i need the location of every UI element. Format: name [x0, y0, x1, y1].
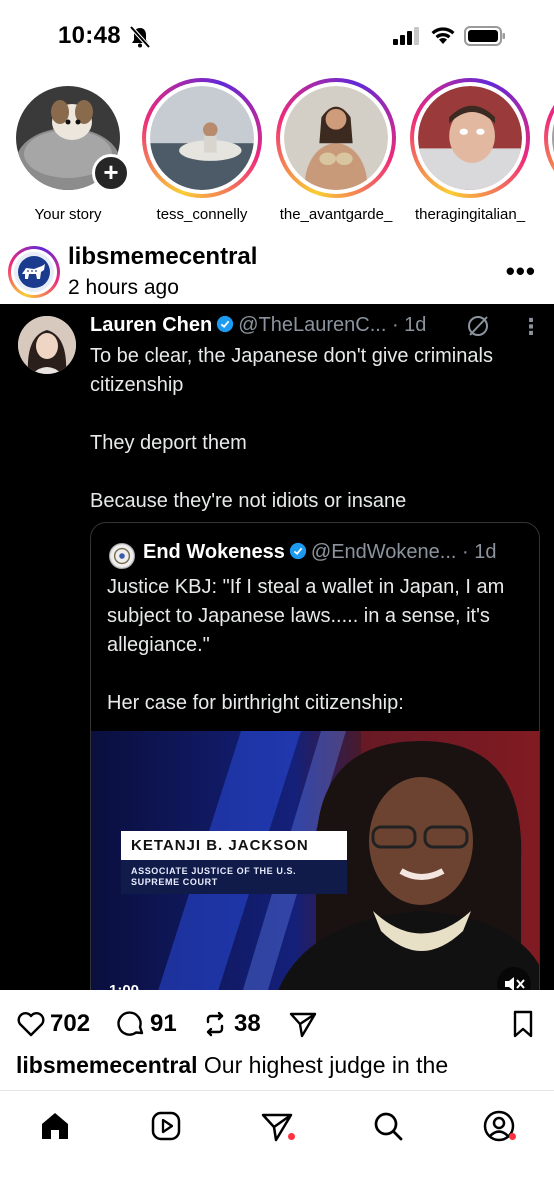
post-avatar[interactable] [8, 246, 60, 298]
repost-count: 38 [234, 1010, 261, 1037]
repost-button[interactable]: 38 [200, 1008, 261, 1040]
heart-icon [17, 1012, 45, 1037]
story-tess-connelly[interactable]: tess_connelly [142, 78, 262, 223]
tweet-line: They deport them [90, 432, 247, 454]
profile-notification-dot [509, 1133, 516, 1140]
grok-icon [468, 316, 488, 336]
quoted-tweet-body: Justice KBJ: "If I steal a wallet in Jap… [107, 573, 527, 718]
home-icon[interactable] [38, 1109, 72, 1143]
story-ring [544, 78, 554, 198]
share-button[interactable] [288, 1008, 322, 1040]
story-your-story[interactable]: + Your story [8, 78, 130, 223]
donkey-logo-icon [14, 252, 54, 292]
story-label: theragingitalian_ [414, 206, 526, 223]
tweet-more-icon: ⋮ [520, 314, 542, 339]
search-icon[interactable] [371, 1109, 405, 1143]
tweet-line: To be clear, the Japanese don't give cri… [90, 345, 493, 396]
story-avatar-image [284, 86, 388, 190]
battery-icon [464, 26, 505, 46]
verified-badge-icon [217, 315, 234, 333]
like-count: 702 [50, 1010, 91, 1037]
story-label: Your story [34, 206, 102, 223]
like-button[interactable]: 702 [16, 1008, 90, 1040]
story-label: tess_connelly [156, 206, 248, 223]
post-caption: libsmemecentral Our highest judge in the [16, 1052, 536, 1092]
quoted-author-name: End Wokeness [143, 541, 285, 563]
status-time: 10:48 [58, 22, 121, 49]
bottom-navigation [0, 1090, 554, 1200]
tweet-author-avatar [18, 316, 76, 374]
video-thumbnail: KETANJI B. JACKSON ASSOCIATE JUSTICE OF … [91, 731, 539, 990]
quoted-author-avatar [109, 543, 135, 569]
wifi-icon [431, 27, 455, 44]
quoted-tweet-header: End Wokeness @EndWokene... · 1d [143, 541, 497, 564]
post-media[interactable]: Lauren Chen @TheLaurenC... · 1d ⋮ To be c… [0, 304, 554, 990]
story-ring [276, 78, 396, 198]
tweet-header: Lauren Chen @TheLaurenC... · 1d [90, 314, 426, 337]
quoted-tweet-age: · 1d [462, 541, 497, 563]
reels-icon[interactable] [149, 1109, 183, 1143]
quoted-tweet: End Wokeness @EndWokene... · 1d Justice K… [90, 522, 540, 990]
lower-third-name: KETANJI B. JACKSON [121, 831, 347, 860]
quoted-line: Her case for birthright citizenship: [107, 692, 404, 714]
story-avatar-image [150, 86, 254, 190]
story-ring [410, 78, 530, 198]
bookmark-icon [513, 1010, 533, 1038]
story-ring [142, 78, 262, 198]
tweet-author-name: Lauren Chen [90, 314, 213, 336]
lower-third: KETANJI B. JACKSON ASSOCIATE JUSTICE OF … [121, 831, 347, 894]
lower-third-title: ASSOCIATE JUSTICE OF THE U.S. SUPREME CO… [121, 860, 347, 894]
caption-text: Our highest judge in the [203, 1052, 449, 1078]
bell-off-icon [130, 26, 150, 48]
repost-icon [206, 1011, 224, 1037]
comment-button[interactable]: 91 [116, 1008, 177, 1040]
more-options-icon[interactable]: ••• [506, 256, 536, 287]
add-story-icon[interactable]: + [92, 154, 130, 192]
quoted-author-handle: @EndWokene... [310, 541, 457, 563]
messages-notification-dot [288, 1133, 295, 1140]
story-the-avantgarde[interactable]: the_avantgarde_ [276, 78, 396, 223]
cellular-signal-icon [393, 27, 419, 45]
stories-tray: + Your story tess_connelly the_avantgard… [0, 78, 554, 228]
story-avatar-image [418, 86, 522, 190]
comment-icon [117, 1011, 144, 1036]
story-label: the_avantgarde_ [279, 206, 393, 223]
send-icon [289, 1012, 317, 1038]
caption-username[interactable]: libsmemecentral [16, 1052, 198, 1078]
tweet-age: · 1d [391, 314, 427, 336]
post-action-bar: 702 91 38 [0, 1000, 554, 1050]
video-duration: 1:00 [109, 982, 139, 990]
post-timestamp: 2 hours ago [68, 276, 179, 299]
tweet-author-handle: @TheLaurenC... [238, 314, 387, 336]
story-partial[interactable] [544, 78, 554, 198]
post-username[interactable]: libsmemecentral [68, 243, 257, 271]
tweet-line: Because they're not idiots or insane [90, 490, 407, 512]
save-button[interactable] [508, 1008, 542, 1040]
post-header: libsmemecentral 2 hours ago ••• [0, 238, 554, 302]
comment-count: 91 [150, 1010, 177, 1037]
status-bar: 10:48 [0, 0, 554, 72]
verified-badge-icon [289, 542, 307, 560]
quoted-line: Justice KBJ: "If I steal a wallet in Jap… [107, 576, 505, 656]
story-theragingitalian[interactable]: theragingitalian_ [410, 78, 530, 223]
tweet-body: To be clear, the Japanese don't give cri… [90, 342, 540, 516]
